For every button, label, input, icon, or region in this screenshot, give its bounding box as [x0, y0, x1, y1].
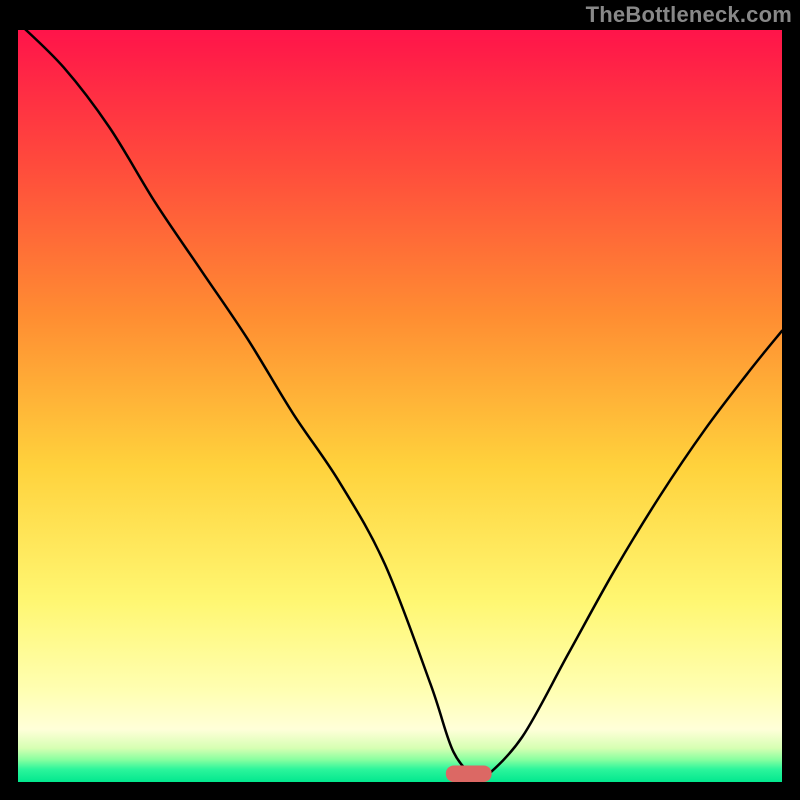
- optimal-marker: [446, 765, 492, 782]
- watermark-text: TheBottleneck.com: [586, 2, 792, 28]
- chart-container: { "watermark": "TheBottleneck.com", "cha…: [0, 0, 800, 800]
- plot-area: [18, 30, 782, 782]
- chart-svg: [0, 0, 800, 800]
